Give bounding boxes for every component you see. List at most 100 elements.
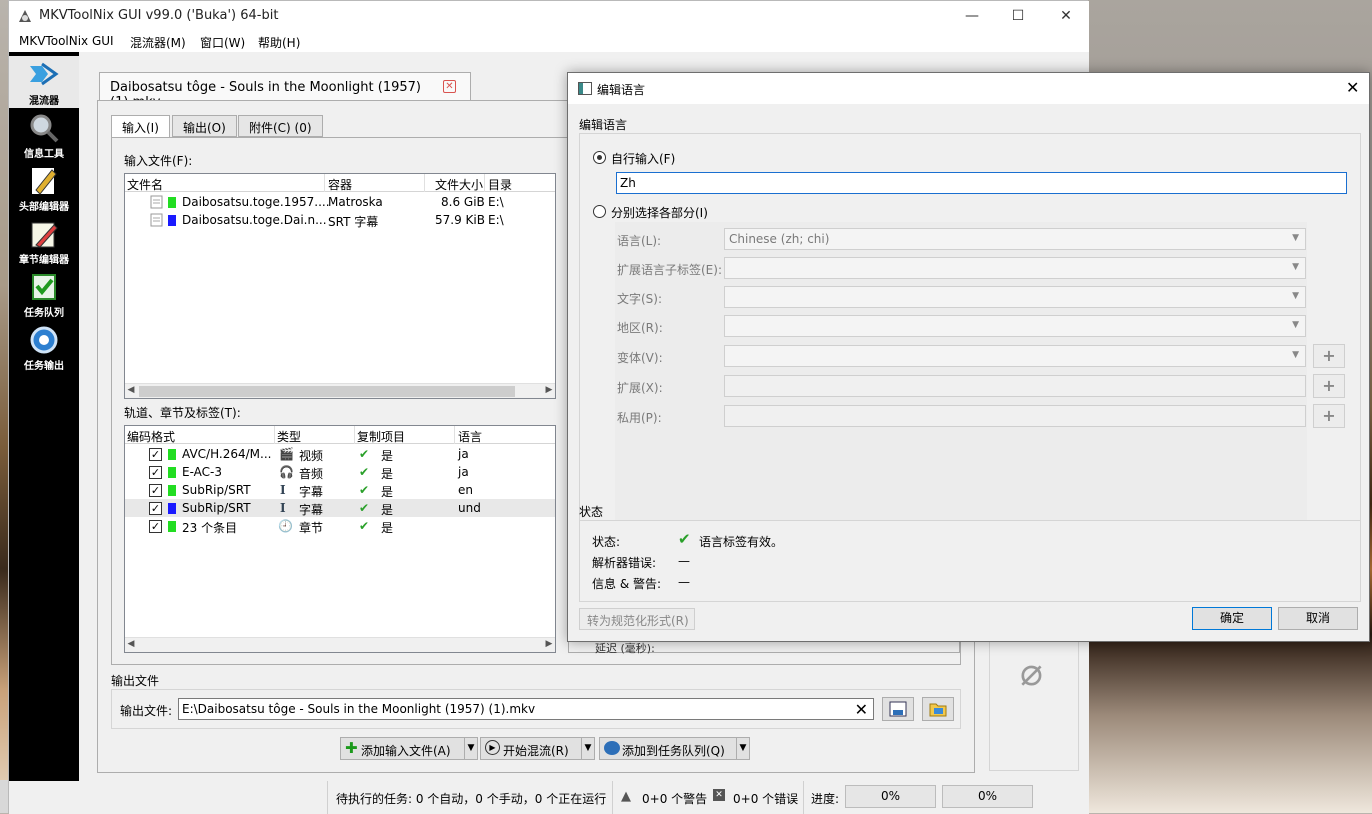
- dropdown-arrow-icon: ▼: [1292, 262, 1299, 272]
- track-checkbox[interactable]: ✓: [149, 466, 162, 479]
- col-language[interactable]: 语言: [458, 428, 482, 445]
- extlang-combo[interactable]: ▼: [724, 257, 1306, 279]
- output-path-field[interactable]: E:\Daibosatsu tôge - Souls in the Moonli…: [178, 698, 874, 720]
- tracks-list[interactable]: 编码格式 类型 复制项目 语言 ✓ AVC/H.264/M... 🎬 视频 ✔ …: [124, 425, 556, 653]
- track-color-swatch: [168, 503, 176, 514]
- track-row[interactable]: ✓ SubRip/SRT I 字幕 ✔ 是 en: [125, 481, 555, 499]
- track-checkbox[interactable]: ✓: [149, 484, 162, 497]
- add-variant-button[interactable]: +: [1313, 344, 1345, 368]
- info-warnings-value: —: [678, 575, 690, 589]
- open-folder-button[interactable]: [922, 697, 954, 721]
- dialog-window-icon: [578, 82, 592, 95]
- dropdown-arrow-icon: ▼: [1292, 320, 1299, 330]
- clear-icon[interactable]: ✕: [855, 700, 868, 719]
- start-mux-dropdown[interactable]: ▼: [581, 737, 595, 760]
- free-form-input[interactable]: Zh: [616, 172, 1347, 194]
- add-input-dropdown[interactable]: ▼: [464, 737, 478, 760]
- region-combo[interactable]: ▼: [724, 315, 1306, 337]
- scroll-left-icon[interactable]: ◀: [125, 639, 137, 649]
- track-checkbox[interactable]: ✓: [149, 448, 162, 461]
- scroll-right-icon[interactable]: ▶: [543, 639, 555, 649]
- col-type[interactable]: 类型: [277, 428, 301, 445]
- track-checkbox[interactable]: ✓: [149, 520, 162, 533]
- variant-combo[interactable]: ▼: [724, 345, 1306, 367]
- scroll-left-icon[interactable]: ◀: [125, 385, 137, 395]
- input-files-hscroll[interactable]: ◀ ▶: [125, 383, 555, 398]
- col-filesize[interactable]: 文件大小: [435, 176, 483, 193]
- track-color-swatch: [168, 521, 176, 532]
- document-tab[interactable]: Daibosatsu tôge - Souls in the Moonlight…: [99, 72, 471, 110]
- gear-refresh-icon: [30, 326, 58, 354]
- language-combo[interactable]: Chinese (zh; chi) ▼: [724, 228, 1306, 250]
- sidebar-item-job-output[interactable]: 任务输出: [9, 321, 79, 373]
- warnings-count[interactable]: 0+0 个警告: [642, 790, 707, 807]
- add-input-files-button[interactable]: ✚ 添加输入文件(A): [340, 737, 465, 760]
- errors-count[interactable]: 0+0 个错误: [733, 790, 798, 807]
- select-parts-radio[interactable]: [593, 205, 606, 218]
- free-form-radio[interactable]: [593, 151, 606, 164]
- track-copy: 是: [381, 503, 394, 517]
- cancel-button[interactable]: 取消: [1278, 607, 1358, 630]
- track-type: 字幕: [299, 485, 324, 499]
- sidebar-item-chapter-editor[interactable]: 章节编辑器: [9, 215, 79, 267]
- file-name: Daibosatsu.toge.Dai.n...: [182, 213, 327, 227]
- title-bar[interactable]: MKVToolNix GUI v99.0 ('Buka') 64-bit — ☐…: [9, 1, 1089, 31]
- minimize-button[interactable]: —: [949, 1, 995, 31]
- col-copy[interactable]: 复制项目: [357, 428, 405, 445]
- tab-output[interactable]: 输出(O): [172, 115, 237, 137]
- menu-help[interactable]: 帮助(H): [258, 34, 300, 51]
- track-row[interactable]: ✓ 23 个条目 🕘 章节 ✔ 是: [125, 517, 555, 535]
- script-combo[interactable]: ▼: [724, 286, 1306, 308]
- folder-icon: [929, 703, 947, 717]
- track-row[interactable]: ✓ E-AC-3 🎧 音频 ✔ 是 ja: [125, 463, 555, 481]
- col-container[interactable]: 容器: [328, 176, 352, 193]
- private-use-field[interactable]: [724, 405, 1306, 427]
- dialog-title-bar[interactable]: 编辑语言 ✕: [568, 73, 1369, 104]
- add-private-use-button[interactable]: +: [1313, 404, 1345, 428]
- dialog-close-icon[interactable]: ✕: [1346, 78, 1359, 97]
- input-files-list[interactable]: 文件名 容器 文件大小 目录 Daibosatsu.toge.1957.... …: [124, 173, 556, 399]
- track-row-selected[interactable]: ✓ SubRip/SRT I 字幕 ✔ 是 und: [125, 499, 555, 517]
- menu-mkvtoolnix[interactable]: MKVToolNix GUI: [19, 34, 114, 48]
- close-tab-icon[interactable]: ✕: [443, 80, 456, 93]
- col-filename[interactable]: 文件名: [127, 176, 163, 193]
- tracks-hscroll[interactable]: ◀ ▶: [125, 637, 555, 652]
- track-checkbox[interactable]: ✓: [149, 502, 162, 515]
- tab-input[interactable]: 输入(I): [111, 115, 170, 138]
- file-dir: E:\: [488, 195, 504, 209]
- sidebar-item-header-editor[interactable]: 头部编辑器: [9, 162, 79, 214]
- normalize-button[interactable]: 转为规范化形式(R): [579, 608, 695, 630]
- maximize-button[interactable]: ☐: [995, 1, 1041, 31]
- extension-field[interactable]: [724, 375, 1306, 397]
- track-codec: 23 个条目: [182, 521, 238, 535]
- tab-attachments[interactable]: 附件(C) (0): [238, 115, 323, 137]
- sidebar-item-mixer[interactable]: 混流器: [9, 56, 79, 108]
- attachment-drop-area[interactable]: ⌀: [989, 627, 1079, 771]
- parts-area: 语言(L): Chinese (zh; chi) ▼ 扩展语言子标签(E): ▼…: [615, 222, 1345, 546]
- sidebar-item-job-queue[interactable]: 任务队列: [9, 268, 79, 320]
- sidebar-item-info[interactable]: 信息工具: [9, 109, 79, 161]
- scroll-right-icon[interactable]: ▶: [543, 385, 555, 395]
- track-language: und: [458, 501, 481, 515]
- close-button[interactable]: ✕: [1043, 1, 1089, 31]
- add-extension-button[interactable]: +: [1313, 374, 1345, 398]
- status-group: 状态: ✔ 语言标签有效。 解析器错误: — 信息 & 警告: —: [579, 520, 1361, 602]
- add-to-queue-button[interactable]: 添加到任务队列(Q): [599, 737, 737, 760]
- input-file-row[interactable]: Daibosatsu.toge.1957.... Matroska 8.6 Gi…: [125, 193, 555, 211]
- menu-mixer[interactable]: 混流器(M): [130, 34, 186, 51]
- col-codec[interactable]: 编码格式: [127, 428, 175, 445]
- col-directory[interactable]: 目录: [488, 176, 512, 193]
- ok-button[interactable]: 确定: [1192, 607, 1272, 630]
- select-parts-label[interactable]: 分别选择各部分(I): [611, 204, 708, 221]
- add-queue-dropdown[interactable]: ▼: [736, 737, 750, 760]
- file-container: SRT 字幕: [328, 215, 379, 229]
- paperclip-icon: ⌀: [1020, 650, 1043, 694]
- free-form-label[interactable]: 自行输入(F): [611, 150, 675, 167]
- track-row[interactable]: ✓ AVC/H.264/M... 🎬 视频 ✔ 是 ja: [125, 445, 555, 463]
- field-label: 语言(L):: [617, 234, 662, 248]
- start-mux-button[interactable]: ▶ 开始混流(R): [480, 737, 582, 760]
- scroll-thumb[interactable]: [139, 386, 515, 397]
- menu-window[interactable]: 窗口(W): [200, 34, 245, 51]
- input-file-row[interactable]: Daibosatsu.toge.Dai.n... SRT 字幕 57.9 KiB…: [125, 211, 555, 229]
- save-as-button[interactable]: [882, 697, 914, 721]
